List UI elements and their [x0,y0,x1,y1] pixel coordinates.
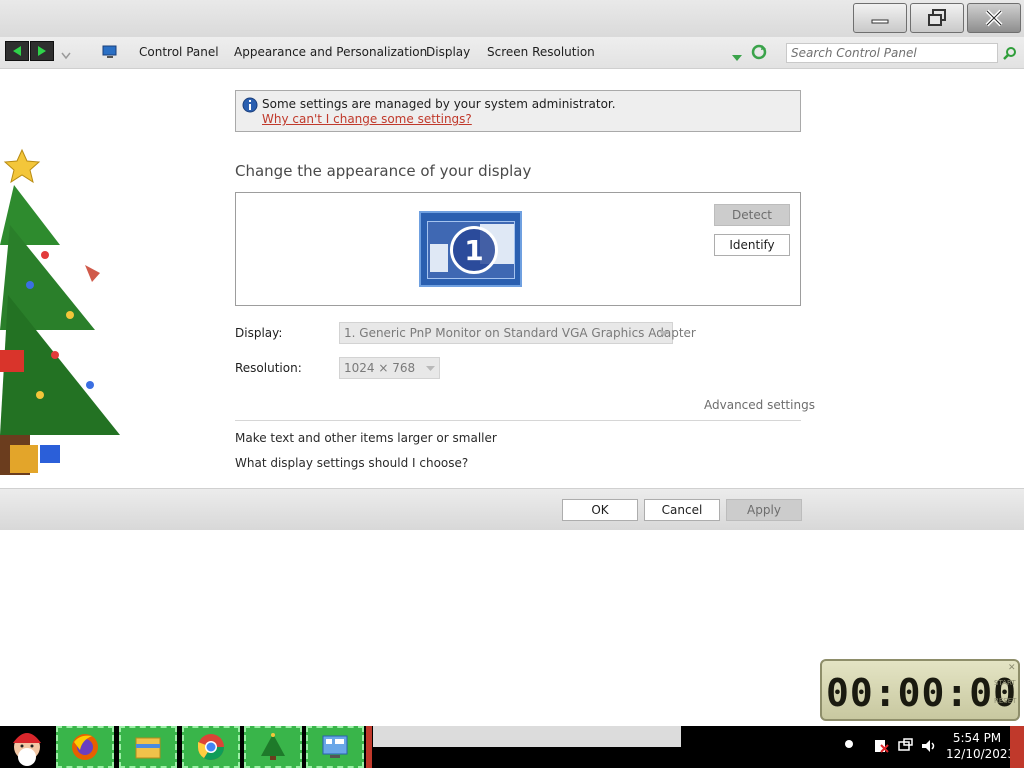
back-button[interactable] [5,41,29,61]
taskbar-chrome[interactable] [182,726,240,768]
taskbar-file-explorer[interactable] [119,726,177,768]
chevron-down-icon [426,366,435,371]
monitor-1-tile[interactable]: 1 [419,211,522,287]
show-desktop-button[interactable] [1010,726,1024,768]
chevron-down-icon [659,331,668,336]
monitor-screen: 1 [427,221,515,279]
text-size-link[interactable]: Make text and other items larger or smal… [235,431,497,445]
timer-start-button[interactable]: START [994,679,1016,687]
resolution-select[interactable]: 1024 × 768 [339,357,440,379]
christmas-tree-decoration [0,145,130,480]
restore-icon [928,9,946,26]
monitor-number-badge: 1 [450,226,498,274]
recent-pages-dropdown[interactable] [60,46,72,60]
forward-arrow-icon [38,46,46,56]
close-icon [985,9,1003,27]
forward-button[interactable] [30,41,54,61]
display-label: Display: [235,326,283,340]
breadcrumb-display[interactable]: Display [426,45,470,59]
santa-icon [13,733,41,766]
cancel-button[interactable]: Cancel [644,499,720,521]
admin-info-text: Some settings are managed by your system… [262,97,616,111]
timer-display: 00:00:00 [826,671,1018,715]
clock-time: 5:54 PM [952,731,1002,745]
refresh-icon [751,44,767,60]
taskbar-control-panel[interactable] [306,726,364,768]
restore-button[interactable] [910,3,964,33]
resolution-label: Resolution: [235,361,302,375]
close-button[interactable] [967,3,1021,33]
apply-button[interactable]: Apply [726,499,802,521]
control-panel-icon [322,735,348,758]
breadcrumb-control-panel[interactable]: Control Panel [139,45,219,59]
breadcrumb-appearance[interactable]: Appearance and Personalization [234,45,427,59]
chrome-icon [197,734,225,761]
detect-button[interactable]: Detect [714,204,790,226]
network-icon[interactable] [898,738,914,758]
search-icon [1003,47,1016,60]
display-select[interactable]: 1. Generic PnP Monitor on Standard VGA G… [339,322,696,344]
start-button[interactable] [2,726,52,768]
folder-icon [135,737,161,759]
admin-info-banner: Some settings are managed by your system… [235,90,801,132]
firefox-icon [72,734,98,760]
ok-button[interactable]: OK [562,499,638,521]
minimize-icon [871,19,889,24]
address-bar: Control Panel Appearance and Personaliza… [0,37,1024,69]
dialog-button-bar: OK Cancel Apply [0,488,1024,530]
display-help-link[interactable]: What display settings should I choose? [235,456,468,470]
breadcrumb-screen-resolution[interactable]: Screen Resolution [487,45,595,59]
clock-date: 12/10/2023 [946,747,1016,761]
taskbar-clock[interactable]: 5:54 PM 12/10/2023 [946,730,1016,762]
taskbar: 5:54 PM 12/10/2023 [0,726,1024,768]
action-center-icon[interactable] [873,738,889,758]
taskbar-christmas-tree[interactable] [244,726,302,768]
chevron-down-icon [61,52,71,60]
resolution-select-value: 1024 × 768 [344,361,416,375]
display-select-value: 1. Generic PnP Monitor on Standard VGA G… [344,326,696,340]
back-arrow-icon [13,46,21,56]
advanced-settings-link[interactable]: Advanced settings [704,398,815,412]
address-dropdown[interactable] [731,48,743,67]
chevron-down-icon [732,55,742,61]
volume-icon[interactable] [920,738,938,758]
countdown-timer-gadget: 00:00:00 START RESET ✕ [820,659,1020,721]
info-icon [242,97,258,117]
control-panel-icon [102,44,118,64]
refresh-button[interactable] [751,44,767,64]
search-input[interactable]: Search Control Panel [786,43,998,63]
timer-close-icon[interactable]: ✕ [1008,663,1016,673]
divider [235,420,801,421]
timer-reset-button[interactable]: RESET [994,697,1016,705]
taskbar-empty-slot [373,726,681,747]
page-title: Change the appearance of your display [235,162,532,180]
monitor-arrangement-panel: 1 Detect Identify [235,192,801,306]
taskbar-firefox[interactable] [56,726,114,768]
tray-dot-icon[interactable] [845,740,853,748]
taskbar-separator [366,726,372,768]
search-button[interactable] [1003,45,1017,64]
title-bar [0,0,1024,37]
monitor-window-preview-left [430,244,448,272]
christmas-tree-icon [261,733,285,760]
minimize-button[interactable] [853,3,907,33]
identify-button[interactable]: Identify [714,234,790,256]
why-cant-change-link[interactable]: Why can't I change some settings? [262,112,472,126]
